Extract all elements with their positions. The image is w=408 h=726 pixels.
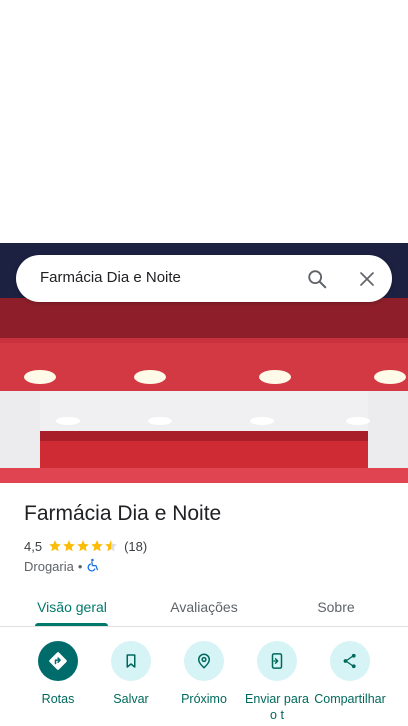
directions-label: Rotas xyxy=(41,692,75,706)
wheelchair-icon xyxy=(86,558,100,575)
star-icon xyxy=(105,540,117,552)
tab-about[interactable]: Sobre xyxy=(286,587,386,627)
bookmark-icon[interactable] xyxy=(111,641,151,681)
star-icon xyxy=(49,540,61,552)
star-icon xyxy=(77,540,89,552)
star-icon xyxy=(91,540,103,552)
tab-overview[interactable]: Visão geral xyxy=(22,587,122,627)
place-tabs: Visão geral Avaliações Sobre xyxy=(0,587,408,627)
tab-reviews[interactable]: Avaliações xyxy=(154,587,254,627)
directions-icon[interactable] xyxy=(38,641,78,681)
separator-dot: • xyxy=(77,558,83,574)
star-icon xyxy=(63,540,75,552)
place-title: Farmácia Dia e Noite xyxy=(24,502,222,525)
maps-place-page: Farmácia Dia e Noite Farmácia Dia e Noit… xyxy=(0,0,408,726)
close-icon[interactable] xyxy=(352,264,382,294)
nearby-button[interactable]: Próximo xyxy=(164,641,244,707)
reviews-count: (18) xyxy=(124,538,148,554)
send-to-phone-button[interactable]: Enviar para o t xyxy=(237,641,317,723)
share-label: Compartilhar xyxy=(314,692,386,706)
send-to-phone-icon[interactable] xyxy=(257,641,297,681)
category-row: Drogaria • xyxy=(24,557,100,575)
search-icon[interactable] xyxy=(302,264,332,294)
rating-stars xyxy=(48,539,118,553)
map-area[interactable] xyxy=(0,0,408,243)
rating-row[interactable]: 4,5 (18) xyxy=(24,537,147,555)
share-button[interactable]: Compartilhar xyxy=(310,641,390,707)
category-label: Drogaria xyxy=(24,558,74,574)
search-input[interactable]: Farmácia Dia e Noite xyxy=(40,269,181,286)
directions-button[interactable]: Rotas xyxy=(18,641,98,707)
nearby-icon[interactable] xyxy=(184,641,224,681)
place-sheet: Farmácia Dia e Noite 4,5 (18) Drogaria •… xyxy=(0,483,408,726)
nearby-label: Próximo xyxy=(181,692,227,706)
send-to-phone-label: Enviar para o t xyxy=(245,692,309,722)
search-bar[interactable]: Farmácia Dia e Noite xyxy=(16,255,392,302)
rating-value: 4,5 xyxy=(24,538,43,554)
tabs-divider xyxy=(0,626,408,627)
save-label: Salvar xyxy=(113,692,149,706)
action-buttons: Rotas Salvar Próximo Enviar para o t Com… xyxy=(0,641,408,726)
save-button[interactable]: Salvar xyxy=(91,641,171,707)
share-icon[interactable] xyxy=(330,641,370,681)
